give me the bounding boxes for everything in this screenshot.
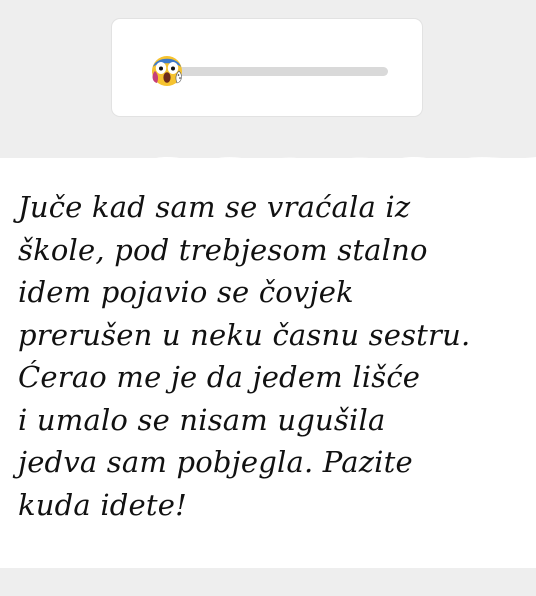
top-area: [0, 0, 536, 160]
story-line: kuda idete!: [18, 487, 187, 522]
slider-track[interactable]: [152, 67, 388, 76]
torn-paper-bottom-edge: [0, 567, 536, 596]
story-line: jedva sam pobjegla. Pazite: [18, 445, 413, 479]
story-line: škole, pod trebjesom stalno: [18, 232, 428, 267]
story-note-card: Juče kad sam se vraćala iz škole, pod tr…: [0, 158, 536, 568]
shocked-emoji-svg: [151, 56, 182, 86]
emoji-slider-card[interactable]: [112, 19, 422, 116]
story-text: Juče kad sam se vraćala iz škole, pod tr…: [18, 186, 532, 526]
story-line: Ćerao me je da jedem lišće: [18, 360, 421, 394]
story-line: prerušen u neku časnu sestru.: [18, 317, 471, 352]
story-line: Juče kad sam se vraćala iz: [18, 190, 411, 224]
story-line: idem pojavio se čovjek: [18, 275, 354, 309]
story-line: i umalo se nisam ugušila: [18, 402, 386, 437]
shocked-emoji-icon[interactable]: [149, 53, 185, 89]
